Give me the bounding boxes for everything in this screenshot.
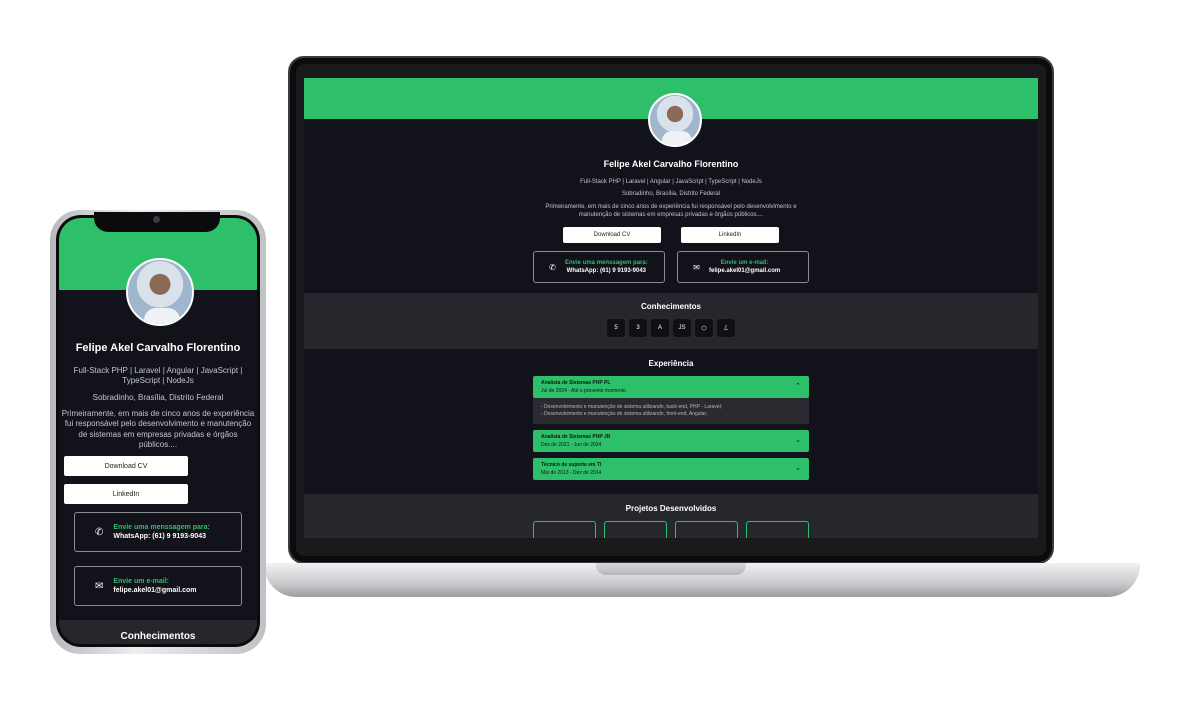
html5-icon[interactable]: 5: [607, 319, 625, 338]
projects-title: Projetos Desenvolvidos: [625, 504, 717, 514]
email-address: felipe.akel01@gmail.com: [113, 587, 197, 595]
profile-location: Sobradinho, Brasília, Distrito Federal: [92, 392, 224, 402]
linkedin-button[interactable]: LinkedIn: [681, 227, 779, 244]
email-address: felipe.akel01@gmail.com: [709, 268, 781, 275]
envelope-icon: ✉: [95, 580, 104, 592]
avatar: [126, 258, 194, 326]
experience-detail: - Desenvolvimento e manutenção de sistem…: [541, 404, 723, 411]
stack-line: Full-Stack PHP | Laravel | Angular | Jav…: [73, 366, 243, 375]
chevron-up-icon[interactable]: ⌃: [795, 382, 801, 390]
profile-name: Felipe Akel Carvalho Florentino: [603, 159, 739, 169]
project-card[interactable]: [675, 521, 738, 538]
angular-icon[interactable]: A: [651, 319, 669, 338]
bio-line: de sistemas em empresas privadas e órgão…: [78, 429, 238, 439]
email-contact-card[interactable]: ✉ Envie um e-mail: felipe.akel01@gmail.c…: [677, 251, 809, 284]
whatsapp-title: Envie uma menssagem para:: [565, 260, 648, 267]
whatsapp-contact-card[interactable]: ✆ Envie uma menssagem para: WhatsApp: (6…: [533, 251, 665, 284]
chevron-down-icon[interactable]: ⌄: [795, 436, 801, 444]
whatsapp-icon: ✆: [549, 262, 556, 272]
bio-line: públicos....: [138, 439, 178, 449]
avatar: [648, 93, 702, 147]
laptop-hinge-notch: [596, 563, 746, 575]
bio-line: Primeiramente, em mais de cinco anos de …: [545, 204, 797, 210]
projects-section: Projetos Desenvolvidos: [304, 494, 1038, 538]
skills-title: Conhecimentos: [640, 302, 701, 312]
bio-line: fui responsável pelo desenvolvimento e m…: [64, 419, 252, 429]
email-contact-card[interactable]: ✉ Envie um e-mail: felipe.akel01@gmail.c…: [74, 566, 242, 607]
envelope-icon: ✉: [693, 262, 700, 272]
laravel-icon[interactable]: ℒ: [717, 319, 735, 338]
experience-role: Técnico de suporte em TI: [541, 462, 602, 469]
profile-section: Felipe Akel Carvalho Florentino Full-Sta…: [59, 290, 257, 607]
laptop-screen: Felipe Akel Carvalho Florentino Full-Sta…: [304, 78, 1038, 538]
whatsapp-number: WhatsApp: (61) 9 9193-9043: [113, 533, 206, 541]
skills-section: Conhecimentos 5 3 A JS ⬡ ℒ: [304, 293, 1038, 350]
chevron-down-icon[interactable]: ⌄: [795, 464, 801, 472]
profile-location: Sobradinho, Brasília, Distrito Federal: [621, 191, 721, 197]
profile-bio: Primeiramente, em mais de cinco anos de …: [531, 203, 811, 219]
experience-section: Experiência Analista de Sistemas PHP PL …: [304, 349, 1038, 494]
profile-bio: Primeiramente, em mais de cinco anos de …: [59, 409, 257, 450]
experience-item[interactable]: Analista de Sistemas PHP JR Dez de 2021 …: [533, 430, 809, 453]
css3-icon[interactable]: 3: [629, 319, 647, 338]
download-cv-button[interactable]: Download CV: [563, 227, 661, 244]
bio-line: manutenção de sistemas em empresas priva…: [578, 212, 764, 219]
profile-stack: Full-Stack PHP | Laravel | Angular | Jav…: [580, 179, 762, 185]
experience-period: Dez de 2021 - Jun de 2024: [541, 442, 602, 449]
experience-role: Analista de Sistemas PHP PL: [541, 380, 611, 387]
linkedin-button[interactable]: LinkedIn: [64, 484, 188, 505]
whatsapp-contact-card[interactable]: ✆ Envie uma menssagem para: WhatsApp: (6…: [74, 512, 242, 553]
whatsapp-number: WhatsApp: (61) 9 9193-9043: [566, 268, 647, 275]
experience-period: Jul de 2024 - Até o presente momento: [541, 388, 626, 395]
nodejs-icon[interactable]: ⬡: [695, 319, 713, 338]
whatsapp-title: Envie uma menssagem para:: [113, 524, 210, 532]
experience-role: Analista de Sistemas PHP JR: [541, 434, 611, 441]
whatsapp-icon: ✆: [95, 526, 104, 538]
project-card[interactable]: [746, 521, 809, 538]
experience-title: Experiência: [648, 359, 694, 369]
download-cv-button[interactable]: Download CV: [64, 456, 188, 477]
project-card[interactable]: [533, 521, 596, 538]
experience-detail: - Desenvolvimento e manutenção de sistem…: [541, 411, 708, 418]
javascript-icon[interactable]: JS: [673, 319, 691, 338]
experience-item[interactable]: Analista de Sistemas PHP PL Jul de 2024 …: [533, 376, 809, 425]
experience-period: Mai de 2013 - Dez de 2014: [541, 470, 602, 477]
profile-stack: Full-Stack PHP | Laravel | Angular | Jav…: [59, 366, 257, 387]
phone-screen: Felipe Akel Carvalho Florentino Full-Sta…: [59, 218, 257, 644]
skills-title: Conhecimentos: [120, 631, 196, 643]
camera-icon: [153, 216, 160, 223]
email-title: Envie um e-mail:: [113, 578, 170, 586]
project-card[interactable]: [604, 521, 667, 538]
skills-section: Conhecimentos: [59, 620, 257, 644]
bio-line: Primeiramente, em mais de cinco anos de …: [61, 409, 255, 419]
experience-item[interactable]: Técnico de suporte em TI Mai de 2013 - D…: [533, 458, 809, 481]
stack-line: TypeScript | NodeJs: [122, 376, 194, 386]
profile-name: Felipe Akel Carvalho Florentino: [75, 342, 241, 354]
email-title: Envie um e-mail:: [720, 260, 769, 267]
